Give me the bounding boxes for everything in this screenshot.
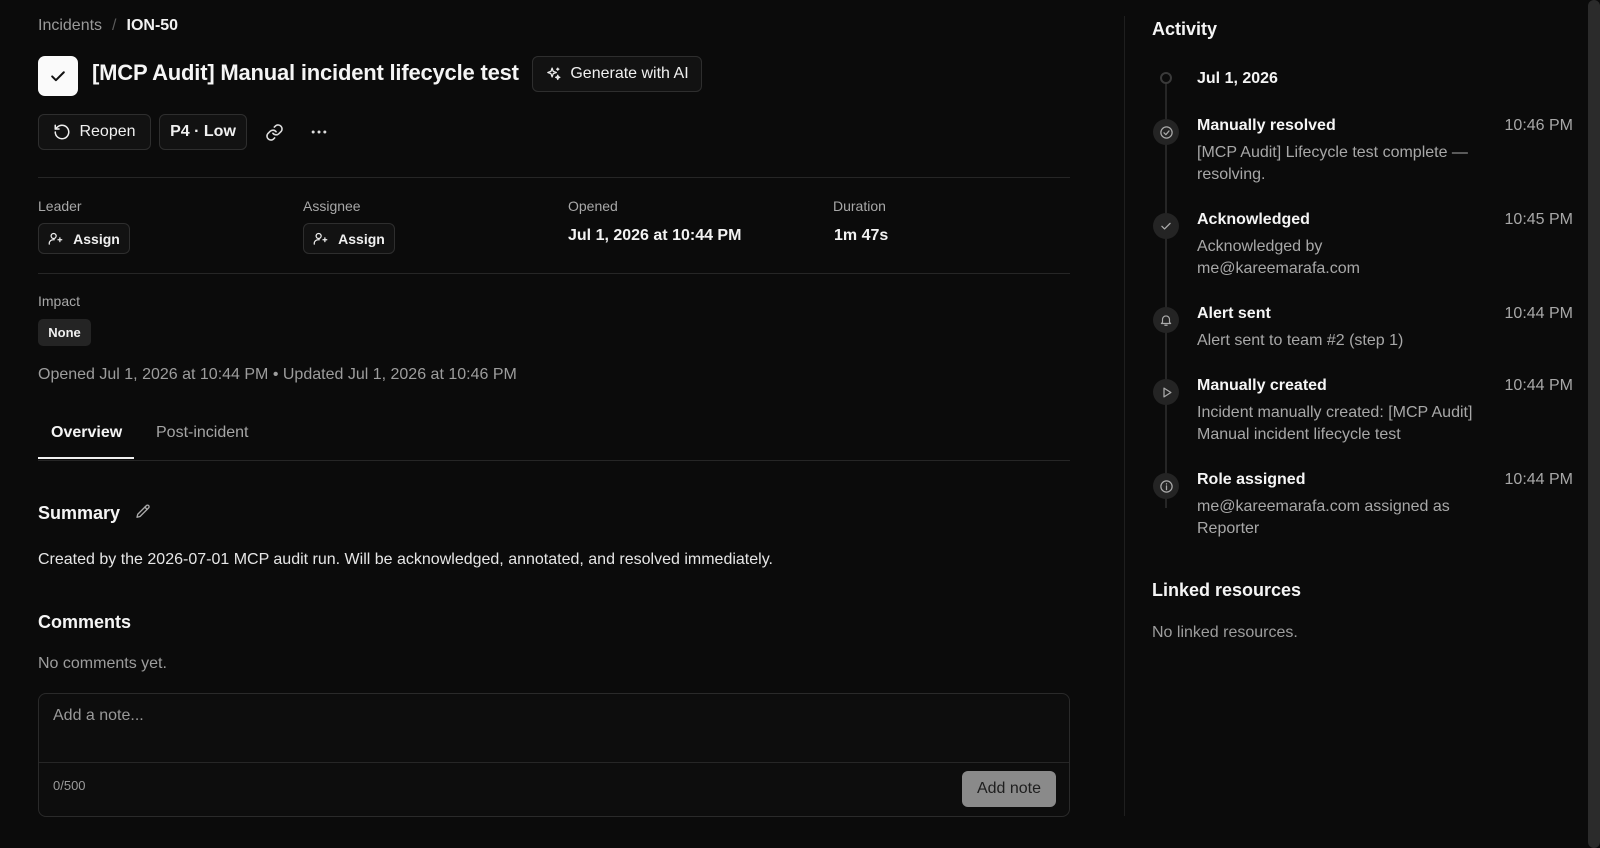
event-time: 10:46 PM <box>1504 117 1573 134</box>
check-circle-icon <box>1153 119 1179 145</box>
assign-assignee-button[interactable]: Assign <box>303 223 395 254</box>
breadcrumb-separator: / <box>112 17 117 34</box>
tab-overview[interactable]: Overview <box>51 424 122 442</box>
sparkles-icon <box>547 66 561 80</box>
add-note-button[interactable]: Add note <box>962 771 1056 807</box>
copy-link-button[interactable] <box>257 115 291 149</box>
summary-text: Created by the 2026-07-01 MCP audit run.… <box>38 551 773 568</box>
event-description: Acknowledged by me@kareemarafa.com <box>1197 238 1360 277</box>
bell-icon <box>1153 307 1179 333</box>
page-title: [MCP Audit] Manual incident lifecycle te… <box>92 60 519 85</box>
assignee-label: Assignee <box>303 198 361 214</box>
event-description: me@kareemarafa.com assigned as Reporter <box>1197 498 1450 537</box>
event-description: Alert sent to team #2 (step 1) <box>1197 332 1404 349</box>
event-time: 10:44 PM <box>1504 471 1573 488</box>
rotate-ccw-icon <box>54 124 70 140</box>
resolved-status-indicator[interactable] <box>38 56 78 96</box>
note-divider <box>39 762 1069 763</box>
panel-divider <box>1124 16 1125 816</box>
event-title: Acknowledged <box>1197 211 1310 228</box>
no-comments-text: No comments yet. <box>38 655 167 672</box>
check-icon <box>1153 213 1179 239</box>
timestamps-meta: Opened Jul 1, 2026 at 10:44 PM • Updated… <box>38 366 517 383</box>
summary-heading: Summary <box>38 503 121 523</box>
opened-label: Opened <box>568 198 618 214</box>
tab-post-incident[interactable]: Post-incident <box>156 424 249 442</box>
event-description: Incident manually created: [MCP Audit] M… <box>1197 404 1473 443</box>
scrollbar[interactable] <box>1588 0 1600 848</box>
event-time: 10:44 PM <box>1504 377 1573 394</box>
add-note-box: 0/500 Add note <box>38 693 1070 817</box>
duration-value: 1m 47s <box>834 227 889 244</box>
duration-label: Duration <box>833 198 886 214</box>
timeline-date-dot <box>1160 72 1172 84</box>
reopen-label: Reopen <box>79 123 136 140</box>
user-plus-icon <box>313 232 328 245</box>
event-title: Manually resolved <box>1197 117 1336 134</box>
event-title: Role assigned <box>1197 471 1306 488</box>
pencil-icon <box>136 504 150 518</box>
more-horizontal-icon <box>311 130 327 134</box>
event-description: [MCP Audit] Lifecycle test complete — re… <box>1197 144 1468 183</box>
impact-badge[interactable]: None <box>38 319 91 346</box>
activity-heading: Activity <box>1152 19 1218 39</box>
linked-resources-heading: Linked resources <box>1152 580 1302 600</box>
event-time: 10:45 PM <box>1504 211 1573 228</box>
assign-leader-label: Assign <box>73 230 120 247</box>
impact-label: Impact <box>38 293 81 309</box>
user-plus-icon <box>48 232 63 245</box>
more-options-button[interactable] <box>302 115 336 149</box>
link-icon <box>265 123 283 141</box>
info-icon <box>1153 473 1179 499</box>
leader-label: Leader <box>38 198 82 214</box>
divider <box>38 273 1070 274</box>
play-circle-icon <box>1153 379 1179 405</box>
generate-with-ai-label: Generate with AI <box>570 65 689 82</box>
comments-heading: Comments <box>38 612 132 632</box>
timeline-date: Jul 1, 2026 <box>1197 70 1278 87</box>
assign-leader-button[interactable]: Assign <box>38 223 130 254</box>
reopen-button[interactable]: Reopen <box>38 114 151 150</box>
check-icon <box>51 71 65 82</box>
assign-assignee-label: Assign <box>338 230 385 247</box>
divider <box>38 177 1070 178</box>
event-title: Manually created <box>1197 377 1327 394</box>
generate-with-ai-button[interactable]: Generate with AI <box>532 56 702 92</box>
linked-resources-empty: No linked resources. <box>1152 624 1298 641</box>
priority-button[interactable]: P4 · Low <box>159 114 247 150</box>
note-char-counter: 0/500 <box>53 778 86 793</box>
edit-summary-button[interactable] <box>134 503 154 523</box>
event-title: Alert sent <box>1197 305 1271 322</box>
event-time: 10:44 PM <box>1504 305 1573 322</box>
breadcrumb-current: ION-50 <box>126 17 179 34</box>
priority-label: P4 · Low <box>170 123 236 140</box>
active-tab-indicator <box>38 457 134 459</box>
breadcrumb-incidents-link[interactable]: Incidents <box>38 17 102 35</box>
breadcrumb: Incidents / ION-50 <box>38 17 178 35</box>
note-input[interactable] <box>39 694 1069 762</box>
opened-value: Jul 1, 2026 at 10:44 PM <box>568 227 742 244</box>
tabs-divider <box>38 460 1070 461</box>
